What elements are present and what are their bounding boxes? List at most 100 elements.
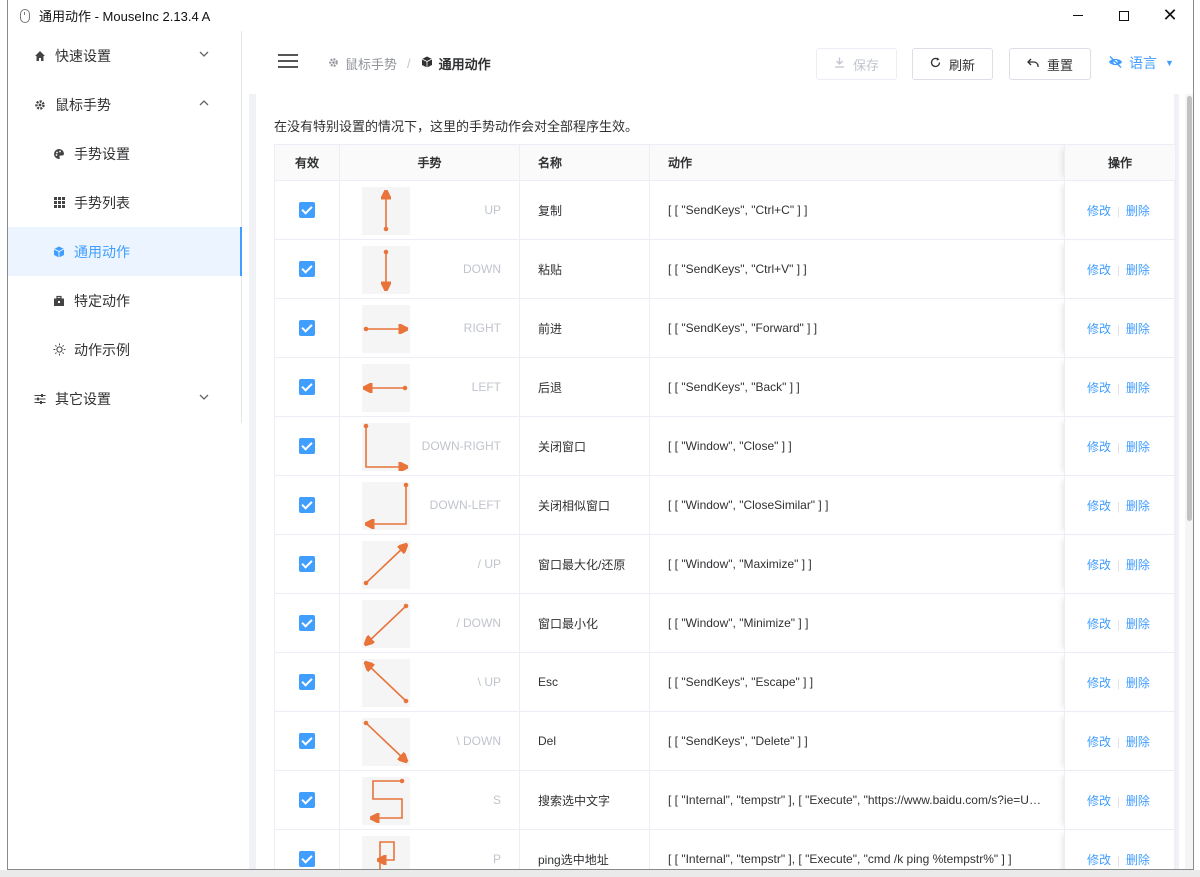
sidebar-item-gesture-settings[interactable]: 手势设置 bbox=[8, 129, 241, 178]
column-header-action: 动作 bbox=[649, 144, 1065, 181]
ops-divider: | bbox=[1117, 677, 1120, 690]
enabled-checkbox[interactable] bbox=[299, 851, 315, 867]
menu-toggle-icon[interactable] bbox=[278, 54, 298, 68]
ops-divider: | bbox=[1117, 736, 1120, 749]
gesture-stroke-icon bbox=[362, 304, 410, 353]
sidebar-item-mouse-gesture[interactable]: 鼠标手势 bbox=[8, 80, 241, 129]
delete-link[interactable]: 删除 bbox=[1126, 263, 1150, 277]
ops-cell: 修改 | 删除 bbox=[1064, 652, 1176, 712]
close-window-button[interactable]: ✕ bbox=[1147, 0, 1193, 31]
table-row: LEFT 后退[ [ "SendKeys", "Back" ] ] 修改 | 删除 bbox=[274, 357, 1176, 417]
language-dropdown[interactable]: 语言 ▼ bbox=[1108, 53, 1174, 73]
enabled-checkbox[interactable] bbox=[299, 792, 315, 808]
action-definition: [ [ "SendKeys", "Delete" ] ] bbox=[649, 711, 1065, 771]
enabled-checkbox[interactable] bbox=[299, 261, 315, 277]
minimize-button[interactable] bbox=[1055, 0, 1101, 31]
edit-link[interactable]: 修改 bbox=[1087, 558, 1111, 572]
reset-button[interactable]: 重置 bbox=[1009, 48, 1091, 80]
action-name: 复制 bbox=[519, 180, 650, 240]
edit-link[interactable]: 修改 bbox=[1087, 676, 1111, 690]
maximize-icon bbox=[1119, 10, 1129, 21]
gesture-stroke-icon bbox=[362, 481, 410, 530]
table-row: DOWN-LEFT 关闭相似窗口[ [ "Window", "CloseSimil… bbox=[274, 475, 1176, 535]
breadcrumb-item-mouse-gesture[interactable]: 鼠标手势 bbox=[328, 54, 397, 73]
breadcrumb-separator: / bbox=[407, 56, 411, 71]
vertical-scrollbar[interactable] bbox=[1185, 94, 1193, 869]
eye-slash-icon bbox=[1108, 55, 1123, 71]
action-definition: [ [ "Internal", "tempstr" ], [ "Execute"… bbox=[649, 770, 1065, 830]
delete-link[interactable]: 删除 bbox=[1126, 499, 1150, 513]
save-button[interactable]: 保存 bbox=[816, 48, 897, 80]
table-row: \ UP Esc[ [ "SendKeys", "Escape" ] ] 修改 | 删除 bbox=[274, 652, 1176, 712]
delete-link[interactable]: 删除 bbox=[1126, 853, 1150, 867]
gesture-name: DOWN-RIGHT bbox=[421, 438, 501, 453]
gesture-action-table: 有效 手势 名称 动作 操作 UP 复制[ [ "SendKeys", "Ctrl… bbox=[274, 144, 1176, 869]
edit-link[interactable]: 修改 bbox=[1087, 735, 1111, 749]
sidebar: 快速设置 鼠标手势 手势设置 手势列表 通用动作 特定动作 动作示例 其它设置 bbox=[8, 31, 242, 423]
enabled-cell bbox=[274, 180, 340, 240]
edit-link[interactable]: 修改 bbox=[1087, 853, 1111, 867]
edit-link[interactable]: 修改 bbox=[1087, 322, 1111, 336]
delete-link[interactable]: 删除 bbox=[1126, 676, 1150, 690]
edit-link[interactable]: 修改 bbox=[1087, 440, 1111, 454]
save-button-label: 保存 bbox=[852, 57, 879, 73]
delete-link[interactable]: 删除 bbox=[1126, 558, 1150, 572]
edit-link[interactable]: 修改 bbox=[1087, 263, 1111, 277]
enabled-checkbox[interactable] bbox=[299, 674, 315, 690]
enabled-checkbox[interactable] bbox=[299, 320, 315, 336]
ops-cell: 修改 | 删除 bbox=[1064, 593, 1176, 653]
action-definition: [ [ "SendKeys", "Ctrl+V" ] ] bbox=[649, 239, 1065, 299]
maximize-button[interactable] bbox=[1101, 0, 1147, 31]
edit-link[interactable]: 修改 bbox=[1087, 617, 1111, 631]
enabled-checkbox[interactable] bbox=[299, 733, 315, 749]
window-controls: ✕ bbox=[1055, 0, 1193, 31]
enabled-checkbox[interactable] bbox=[299, 497, 315, 513]
sidebar-item-other-settings[interactable]: 其它设置 bbox=[8, 374, 241, 423]
sidebar-item-gesture-list[interactable]: 手势列表 bbox=[8, 178, 241, 227]
enabled-checkbox[interactable] bbox=[299, 615, 315, 631]
delete-link[interactable]: 删除 bbox=[1126, 794, 1150, 808]
gesture-cell: \ DOWN bbox=[339, 711, 520, 771]
sidebar-item-common-actions[interactable]: 通用动作 bbox=[8, 227, 242, 276]
sidebar-item-quick-settings[interactable]: 快速设置 bbox=[8, 31, 241, 80]
enabled-checkbox[interactable] bbox=[299, 379, 315, 395]
edit-link[interactable]: 修改 bbox=[1087, 499, 1111, 513]
download-icon bbox=[834, 57, 845, 71]
edit-link[interactable]: 修改 bbox=[1087, 381, 1111, 395]
caret-down-icon: ▼ bbox=[1165, 58, 1174, 68]
action-name: Esc bbox=[519, 652, 650, 712]
ops-cell: 修改 | 删除 bbox=[1064, 711, 1176, 771]
sidebar-item-label: 鼠标手势 bbox=[55, 96, 111, 113]
edit-link[interactable]: 修改 bbox=[1087, 794, 1111, 808]
enabled-checkbox[interactable] bbox=[299, 202, 315, 218]
gesture-cell: DOWN-RIGHT bbox=[339, 416, 520, 476]
gesture-stroke-icon bbox=[362, 599, 410, 648]
delete-link[interactable]: 删除 bbox=[1126, 440, 1150, 454]
delete-link[interactable]: 删除 bbox=[1126, 381, 1150, 395]
gesture-stroke-icon bbox=[362, 835, 410, 869]
ops-divider: | bbox=[1117, 795, 1120, 808]
delete-link[interactable]: 删除 bbox=[1126, 204, 1150, 218]
title-bar[interactable]: 通用动作 - MouseInc 2.13.4 A ✕ bbox=[8, 0, 1193, 31]
gesture-stroke-icon bbox=[362, 422, 410, 471]
delete-link[interactable]: 删除 bbox=[1126, 617, 1150, 631]
gear-icon bbox=[328, 57, 339, 71]
refresh-button[interactable]: 刷新 bbox=[912, 48, 993, 80]
scrollbar-thumb[interactable] bbox=[1187, 96, 1192, 521]
gesture-stroke-icon bbox=[362, 540, 410, 589]
gesture-name: RIGHT bbox=[463, 320, 501, 335]
enabled-checkbox[interactable] bbox=[299, 556, 315, 572]
enabled-cell bbox=[274, 534, 340, 594]
intro-text: 在没有特别设置的情况下，这里的手势动作会对全部程序生效。 bbox=[274, 119, 639, 134]
edit-link[interactable]: 修改 bbox=[1087, 204, 1111, 218]
gesture-name: \ UP bbox=[477, 674, 501, 689]
delete-link[interactable]: 删除 bbox=[1126, 735, 1150, 749]
gesture-stroke-icon bbox=[362, 776, 410, 825]
sidebar-item-specific-actions[interactable]: 特定动作 bbox=[8, 276, 241, 325]
delete-link[interactable]: 删除 bbox=[1126, 322, 1150, 336]
enabled-cell bbox=[274, 239, 340, 299]
column-header-ops: 操作 bbox=[1064, 144, 1176, 181]
ops-divider: | bbox=[1117, 382, 1120, 395]
enabled-checkbox[interactable] bbox=[299, 438, 315, 454]
sidebar-item-action-examples[interactable]: 动作示例 bbox=[8, 325, 241, 374]
